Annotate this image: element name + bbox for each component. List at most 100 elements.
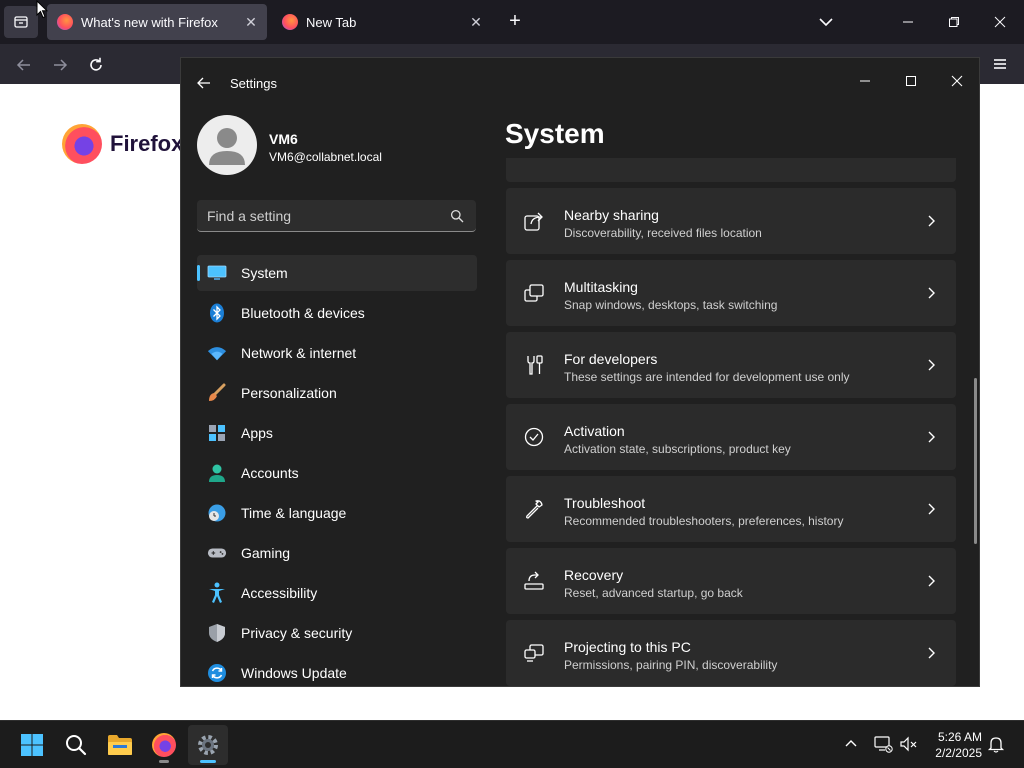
paintbrush-icon (207, 383, 227, 403)
taskbar-settings[interactable] (188, 725, 228, 765)
taskbar-firefox[interactable] (144, 725, 184, 765)
new-tab-button[interactable]: + (503, 10, 527, 34)
nav-item-time-language[interactable]: Time & language (197, 495, 477, 531)
card-title: Projecting to this PC (564, 639, 691, 655)
recovery-icon (524, 571, 544, 590)
nav-item-apps[interactable]: Apps (197, 415, 477, 451)
tab-close-icon[interactable]: ✕ (464, 14, 488, 31)
search-icon[interactable] (450, 209, 464, 223)
card-multitasking[interactable]: Multitasking Snap windows, desktops, tas… (506, 260, 956, 326)
taskbar-file-explorer[interactable] (100, 725, 140, 765)
settings-title-bar: Settings (181, 58, 979, 108)
firefox-wordmark: Firefox (110, 131, 184, 156)
clock-time: 5:26 AM (937, 730, 982, 744)
nav-item-gaming[interactable]: Gaming (197, 535, 477, 571)
nav-item-bluetooth[interactable]: Bluetooth & devices (197, 295, 477, 331)
browser-close-button[interactable] (986, 8, 1014, 36)
share-icon (524, 212, 543, 231)
multitasking-icon (524, 284, 544, 302)
volume-button[interactable] (898, 733, 920, 755)
card-description: Reset, advanced startup, go back (564, 586, 743, 600)
card-for-developers[interactable]: For developers These settings are intend… (506, 332, 956, 398)
start-icon (21, 734, 43, 756)
show-hidden-icons-button[interactable] (840, 733, 862, 755)
card-description: Permissions, pairing PIN, discoverabilit… (564, 658, 778, 672)
wrench-icon (526, 500, 543, 519)
start-button[interactable] (12, 725, 52, 765)
mouse-cursor-icon (36, 0, 48, 19)
firefox-logo-icon (62, 124, 102, 164)
nav-item-accessibility[interactable]: Accessibility (197, 575, 477, 611)
tab-new-tab[interactable]: New Tab ✕ (272, 4, 492, 40)
settings-maximize-button[interactable] (895, 66, 927, 96)
browser-restore-button[interactable] (940, 8, 968, 36)
taskbar-search-button[interactable] (56, 725, 96, 765)
settings-gear-icon (198, 735, 218, 755)
close-icon (994, 16, 1006, 28)
card-nearby-sharing[interactable]: Nearby sharing Discoverability, received… (506, 188, 956, 254)
card-title: Recovery (564, 567, 624, 583)
forward-button[interactable] (46, 52, 74, 78)
chevron-right-icon (928, 647, 935, 659)
tab-close-icon[interactable]: ✕ (239, 14, 263, 31)
partial-card[interactable] (506, 158, 956, 182)
card-title: Multitasking (564, 279, 638, 295)
nav-item-network[interactable]: Network & internet (197, 335, 477, 371)
settings-close-button[interactable] (941, 66, 973, 96)
chevron-up-icon (845, 740, 857, 747)
user-email: VM6@collabnet.local (269, 150, 382, 164)
card-projecting[interactable]: Projecting to this PC Permissions, pairi… (506, 620, 956, 686)
browser-minimize-button[interactable] (894, 8, 922, 36)
card-title: Troubleshoot (564, 495, 646, 511)
card-title: Activation (564, 423, 625, 439)
card-description: Recommended troubleshooters, preferences… (564, 514, 844, 528)
bell-icon (987, 737, 1005, 753)
arrow-right-icon (54, 59, 68, 71)
chevron-down-icon (819, 18, 833, 27)
shield-icon (207, 623, 227, 643)
gamepad-icon (207, 543, 227, 563)
user-avatar-icon (209, 128, 245, 165)
close-icon (951, 75, 963, 87)
settings-minimize-button[interactable] (849, 66, 881, 96)
accessibility-icon (207, 582, 227, 603)
app-menu-button[interactable] (988, 52, 1012, 76)
reload-button[interactable] (82, 52, 110, 78)
taskbar-clock[interactable]: 5:26 AM 2/2/2025 (922, 729, 982, 761)
tab-title: What's new with Firefox (81, 14, 218, 30)
nav-item-accounts[interactable]: Accounts (197, 455, 477, 491)
arrow-left-icon (16, 59, 30, 71)
notifications-button[interactable] (985, 733, 1007, 755)
avatar[interactable] (197, 115, 257, 175)
taskbar: 5:26 AM 2/2/2025 (0, 720, 1024, 768)
nav-item-personalization[interactable]: Personalization (197, 375, 477, 411)
nav-item-privacy-security[interactable]: Privacy & security (197, 615, 477, 651)
page-title: System (505, 118, 605, 149)
person-icon (207, 463, 227, 483)
firefox-view-button[interactable] (4, 6, 38, 38)
tab-title: New Tab (306, 14, 357, 30)
list-all-tabs-button[interactable] (814, 10, 838, 34)
nav-item-label: Network & internet (241, 345, 357, 361)
card-description: Activation state, subscriptions, product… (564, 442, 791, 456)
chevron-right-icon (928, 287, 935, 299)
back-button[interactable] (10, 52, 38, 78)
scrollbar-thumb[interactable] (974, 378, 977, 544)
tab-whats-new[interactable]: What's new with Firefox ✕ (47, 4, 267, 40)
nav-item-system[interactable]: System (197, 255, 477, 291)
settings-nav: System Bluetooth & devices Network & int… (197, 255, 477, 686)
settings-search-box[interactable] (197, 200, 476, 232)
settings-back-button[interactable] (193, 72, 215, 94)
card-activation[interactable]: Activation Activation state, subscriptio… (506, 404, 956, 470)
settings-search-input[interactable] (207, 206, 437, 226)
card-troubleshoot[interactable]: Troubleshoot Recommended troubleshooters… (506, 476, 956, 542)
checkmark-circle-icon (524, 427, 544, 447)
card-recovery[interactable]: Recovery Reset, advanced startup, go bac… (506, 548, 956, 614)
card-title: For developers (564, 351, 658, 367)
volume-muted-icon (900, 736, 917, 752)
network-status-button[interactable] (872, 733, 894, 755)
nav-item-label: System (241, 265, 288, 281)
running-indicator (200, 760, 216, 763)
nav-item-windows-update[interactable]: Windows Update (197, 655, 477, 686)
chevron-right-icon (928, 575, 935, 587)
